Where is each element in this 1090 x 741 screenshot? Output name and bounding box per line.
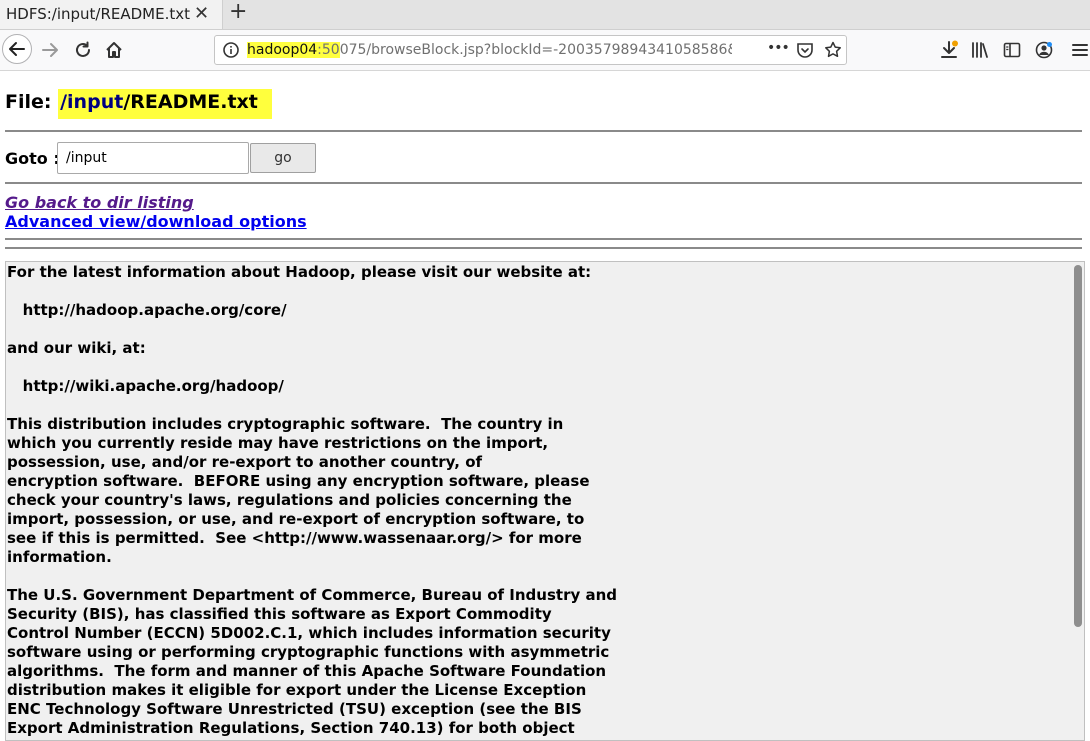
sidebar-button[interactable] xyxy=(1000,38,1024,62)
page-title: File: /input/README.txt xyxy=(5,89,272,119)
divider xyxy=(5,130,1082,132)
goto-input[interactable] xyxy=(57,142,249,174)
sidebar-icon xyxy=(1003,42,1021,58)
file-label: File: xyxy=(5,91,59,113)
divider xyxy=(5,247,1082,249)
file-content-text: For the latest information about Hadoop,… xyxy=(7,263,618,737)
new-tab-button[interactable]: + xyxy=(229,0,247,24)
path-filename: /README.txt xyxy=(123,91,258,113)
info-icon[interactable] xyxy=(222,41,240,59)
menu-icon xyxy=(1072,44,1088,56)
tab-active[interactable]: HDFS:/input/README.txt ✕ xyxy=(0,0,223,29)
reload-button[interactable] xyxy=(71,38,95,62)
library-button[interactable] xyxy=(968,38,992,62)
library-icon xyxy=(972,42,988,58)
back-icon xyxy=(9,42,25,56)
file-content-textarea[interactable]: For the latest information about Hadoop,… xyxy=(5,261,1085,741)
forward-button[interactable] xyxy=(38,38,62,62)
advanced-view-link[interactable]: Advanced view/download options xyxy=(5,212,307,231)
path-link-input[interactable]: /input xyxy=(60,91,123,113)
url-path: 075/browseBlock.jsp?blockId=-20035798943… xyxy=(339,42,732,58)
home-button[interactable] xyxy=(102,38,126,62)
page-actions-more-icon[interactable]: ••• xyxy=(767,40,790,56)
url-bar[interactable]: hadoop04:50075/browseBlock.jsp?blockId=-… xyxy=(214,35,847,65)
url-text[interactable]: hadoop04:50075/browseBlock.jsp?blockId=-… xyxy=(247,42,732,58)
account-button[interactable] xyxy=(1032,38,1056,62)
divider xyxy=(5,182,1082,184)
file-path-highlight: /input/README.txt xyxy=(58,89,272,119)
nav-bar: hadoop04:50075/browseBlock.jsp?blockId=-… xyxy=(0,30,1090,71)
account-icon xyxy=(1035,41,1053,59)
url-port: :50 xyxy=(317,42,340,58)
tab-title: HDFS:/input/README.txt xyxy=(6,5,190,23)
menu-button[interactable] xyxy=(1070,38,1090,62)
downloads-button[interactable] xyxy=(937,38,961,62)
close-tab-icon[interactable]: ✕ xyxy=(194,3,209,24)
tab-strip: HDFS:/input/README.txt ✕ + xyxy=(0,0,1090,30)
back-button[interactable] xyxy=(2,34,32,64)
forward-icon xyxy=(42,43,58,57)
url-host: hadoop04 xyxy=(247,42,318,58)
reload-icon xyxy=(76,41,90,57)
scrollbar-thumb[interactable] xyxy=(1074,265,1082,627)
goto-label: Goto : xyxy=(5,149,60,168)
pocket-icon[interactable] xyxy=(796,41,814,59)
home-icon xyxy=(106,42,122,58)
divider xyxy=(5,238,1082,240)
go-button[interactable]: go xyxy=(250,143,316,173)
downloads-icon xyxy=(941,40,958,58)
back-to-dir-link[interactable]: Go back to dir listing xyxy=(5,193,194,212)
scrollbar[interactable] xyxy=(1070,262,1084,740)
bookmark-star-icon[interactable] xyxy=(824,41,842,59)
